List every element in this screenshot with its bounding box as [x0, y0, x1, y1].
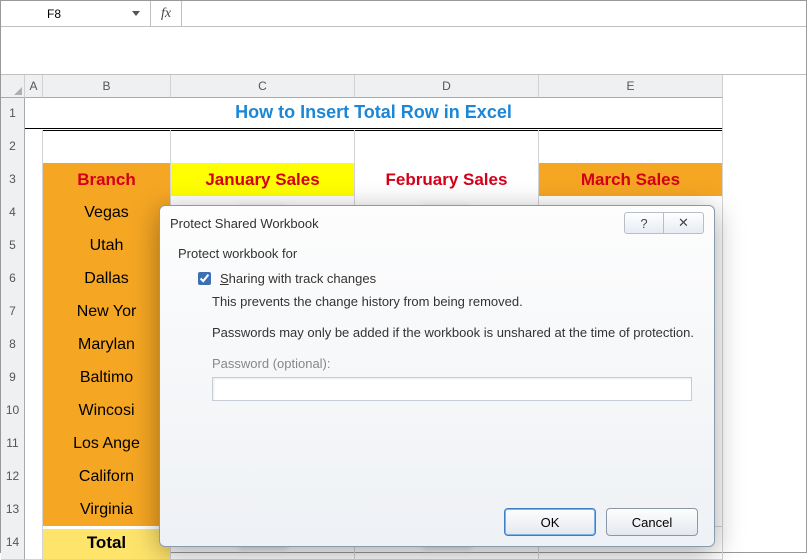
dialog-titlebar[interactable]: Protect Shared Workbook ? ✕ [160, 206, 714, 240]
row-header[interactable]: 3 [1, 163, 25, 197]
protect-shared-workbook-dialog: Protect Shared Workbook ? ✕ Protect work… [159, 205, 715, 547]
branch-cell[interactable]: Utah [43, 229, 171, 263]
sharing-checkbox[interactable] [198, 272, 211, 285]
cell[interactable] [25, 196, 43, 230]
row-header[interactable]: 13 [1, 493, 25, 527]
fx-area: fx [151, 1, 182, 26]
row-1: 1 How to Insert Total Row in Excel [1, 97, 806, 130]
branch-cell[interactable]: Virginia [43, 493, 171, 527]
cell[interactable] [25, 361, 43, 395]
row-header[interactable]: 14 [1, 526, 25, 560]
cancel-button[interactable]: Cancel [606, 508, 698, 536]
cell[interactable] [25, 394, 43, 428]
row-header[interactable]: 6 [1, 262, 25, 296]
cell[interactable] [25, 295, 43, 329]
branch-cell[interactable]: Californ [43, 460, 171, 494]
header-branch[interactable]: Branch [43, 163, 171, 197]
cell[interactable] [43, 130, 171, 164]
cell[interactable] [25, 163, 43, 197]
name-box-wrap[interactable]: F8 [1, 1, 151, 26]
header-january[interactable]: January Sales [171, 163, 355, 197]
dialog-description-1: This prevents the change history from be… [212, 294, 696, 311]
cell[interactable] [171, 130, 355, 164]
dialog-body: Protect workbook for Sharing with track … [160, 240, 714, 498]
cell[interactable] [355, 130, 539, 164]
row-header[interactable]: 1 [1, 97, 25, 131]
cell[interactable] [25, 427, 43, 461]
row-header[interactable]: 2 [1, 130, 25, 164]
cell[interactable] [25, 460, 43, 494]
close-icon: ✕ [678, 215, 689, 231]
cell[interactable] [539, 130, 723, 164]
group-label: Protect workbook for [178, 246, 696, 261]
dialog-title: Protect Shared Workbook [170, 216, 624, 231]
row-header[interactable]: 9 [1, 361, 25, 395]
branch-cell[interactable]: Dallas [43, 262, 171, 296]
row-header[interactable]: 11 [1, 427, 25, 461]
col-header-D[interactable]: D [355, 75, 539, 98]
row-3-headers: 3 Branch January Sales February Sales Ma… [1, 163, 806, 196]
header-february[interactable]: February Sales [355, 163, 539, 197]
cell[interactable] [25, 229, 43, 263]
ok-button[interactable]: OK [504, 508, 596, 536]
help-button[interactable]: ? [624, 212, 664, 234]
select-all-corner[interactable] [1, 75, 25, 98]
col-header-E[interactable]: E [539, 75, 723, 98]
dialog-footer: OK Cancel [160, 498, 714, 546]
help-icon: ? [640, 216, 647, 231]
row-header[interactable]: 8 [1, 328, 25, 362]
close-button[interactable]: ✕ [664, 212, 704, 234]
formula-input[interactable] [182, 1, 806, 26]
branch-cell[interactable]: New Yor [43, 295, 171, 329]
formula-bar: F8 fx [1, 1, 806, 27]
fx-icon[interactable]: fx [161, 6, 171, 22]
branch-cell[interactable]: Wincosi [43, 394, 171, 428]
password-input [212, 377, 692, 401]
row-header[interactable]: 4 [1, 196, 25, 230]
branch-cell[interactable]: Los Ange [43, 427, 171, 461]
password-label: Password (optional): [212, 356, 696, 371]
name-box: F8 [7, 7, 132, 21]
row-header[interactable]: 12 [1, 460, 25, 494]
sharing-checkbox-label[interactable]: Sharing with track changes [220, 271, 376, 286]
row-header[interactable]: 10 [1, 394, 25, 428]
col-header-A[interactable]: A [25, 75, 43, 98]
name-box-dropdown-icon[interactable] [132, 11, 140, 16]
col-header-C[interactable]: C [171, 75, 355, 98]
column-headers: A B C D E [1, 75, 806, 97]
cell[interactable] [25, 328, 43, 362]
branch-cell[interactable]: Vegas [43, 196, 171, 230]
header-march[interactable]: March Sales [539, 163, 723, 197]
cell[interactable] [25, 130, 43, 164]
row-header[interactable]: 5 [1, 229, 25, 263]
cell[interactable] [25, 493, 43, 527]
row-2: 2 [1, 130, 806, 163]
cell[interactable] [25, 262, 43, 296]
row-header[interactable]: 7 [1, 295, 25, 329]
branch-cell[interactable]: Marylan [43, 328, 171, 362]
cell[interactable] [25, 526, 43, 560]
branch-cell[interactable]: Baltimo [43, 361, 171, 395]
page-title[interactable]: How to Insert Total Row in Excel [25, 97, 723, 131]
col-header-B[interactable]: B [43, 75, 171, 98]
ribbon-gap [1, 27, 806, 75]
dialog-description-2: Passwords may only be added if the workb… [212, 325, 696, 342]
total-label-cell[interactable]: Total [43, 526, 171, 560]
